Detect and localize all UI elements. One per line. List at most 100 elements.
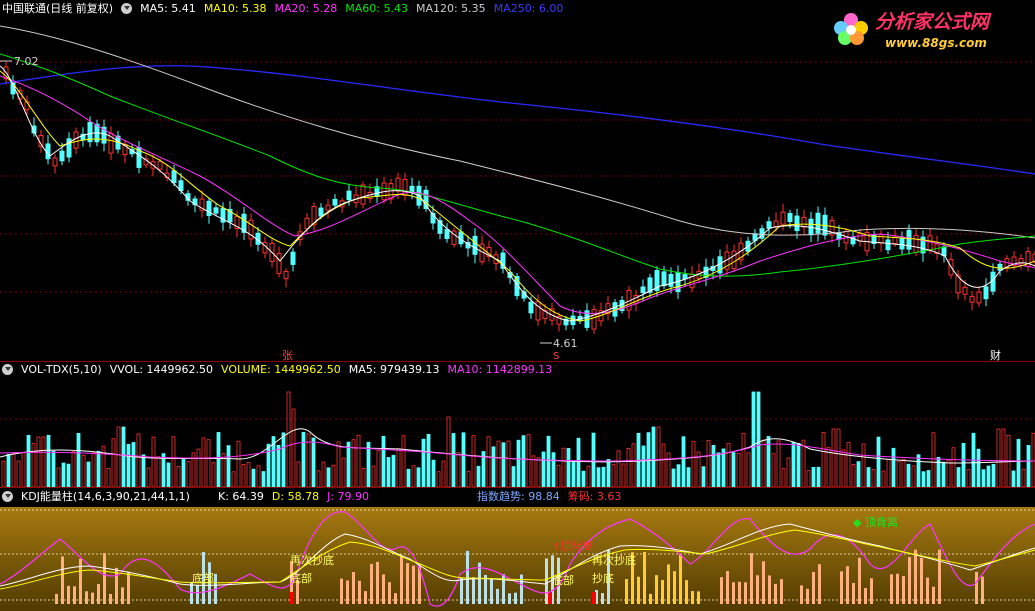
volume-bar xyxy=(46,434,51,487)
volume-bar xyxy=(186,461,191,487)
kdj-energy-bar xyxy=(508,593,511,604)
kdj-energy-bar xyxy=(340,578,343,604)
volume-bar xyxy=(511,466,516,487)
kdj-energy-bar xyxy=(649,593,652,604)
volume-bar xyxy=(501,442,506,487)
volume-bar xyxy=(291,408,296,487)
volume-bar xyxy=(631,443,636,487)
chevron-down-icon[interactable] xyxy=(2,490,13,502)
kdj-energy-bar xyxy=(601,593,604,604)
volume-bar xyxy=(151,436,156,487)
volume-bar xyxy=(6,453,11,487)
stock-title[interactable]: 中国联通(日线 前复权) xyxy=(2,0,113,16)
kdj-energy-bar xyxy=(109,593,112,604)
volume-bar xyxy=(391,454,396,487)
kdj-energy-bar xyxy=(625,579,628,604)
volume-bar xyxy=(251,468,256,487)
kdj-energy-bar xyxy=(768,575,771,604)
kdj-energy-bar xyxy=(661,580,664,604)
chips-readout: 筹码: 3.63 xyxy=(567,490,622,503)
candle-body xyxy=(73,131,79,149)
volume-bar xyxy=(441,460,446,487)
candle-body xyxy=(444,229,450,239)
volume-bar xyxy=(281,432,286,487)
volume-bar xyxy=(826,446,831,487)
kdj-label-bottom-a: 底部 xyxy=(290,571,312,585)
volume-chart[interactable] xyxy=(0,377,1035,487)
kdj-energy-bar xyxy=(870,578,873,604)
volume-bar xyxy=(496,440,501,487)
kdj-energy-bar xyxy=(858,557,861,604)
candle-body xyxy=(304,217,310,230)
volume-bar xyxy=(206,439,211,487)
volume-bar xyxy=(11,452,16,487)
main-header: 中国联通(日线 前复权) MA5: 5.41 MA10: 5.38 MA20: … xyxy=(0,0,563,16)
chevron-down-icon[interactable] xyxy=(121,2,133,14)
volume-bar xyxy=(236,440,241,487)
volume-bar xyxy=(146,467,151,487)
candle-body xyxy=(857,233,863,242)
volume-bar xyxy=(76,432,81,487)
candle-body xyxy=(283,270,289,280)
volume-bar xyxy=(471,435,476,487)
volume-bar xyxy=(86,461,91,487)
volume-bar xyxy=(166,462,171,487)
volume-bar xyxy=(936,456,941,487)
chevron-down-icon[interactable] xyxy=(2,363,13,375)
volume-bar xyxy=(896,461,901,487)
volume-bar xyxy=(756,391,761,487)
volume-bar xyxy=(536,456,541,487)
kdj-energy-bar xyxy=(370,563,373,604)
kdj-title[interactable]: KDJ能量柱(14,6,3,90,21,44,1,1) xyxy=(21,488,190,504)
high-price-label: 7.02 xyxy=(14,55,39,68)
volume-bar xyxy=(376,450,381,487)
volume-bar xyxy=(701,466,706,487)
volume-bar xyxy=(681,436,686,487)
kdj-chart[interactable]: 底部 再次抄底 底部 顶背离 ↑ 底部 再次抄底 抄底 ◆ 顶背离 xyxy=(0,504,1035,611)
kdj-energy-bar xyxy=(667,564,670,604)
kdj-energy-bar xyxy=(346,580,349,604)
volume-bar xyxy=(461,432,466,487)
volume-bar xyxy=(286,391,291,487)
volume-bar xyxy=(506,440,511,487)
candle-body xyxy=(899,237,905,250)
volume-bar xyxy=(131,442,136,487)
vol-title[interactable]: VOL-TDX(5,10) xyxy=(21,363,102,376)
volume-bar xyxy=(731,452,736,487)
volume-bar xyxy=(406,468,411,487)
candle-body xyxy=(885,239,891,251)
marker-cai[interactable]: 财 xyxy=(990,348,1001,361)
price-grid xyxy=(0,61,1035,293)
kdj-energy-bar xyxy=(981,576,984,604)
volume-bar xyxy=(276,444,281,487)
candle-body xyxy=(962,286,968,295)
marker-zhang[interactable]: 张 xyxy=(282,349,293,361)
vol-ma5-readout: MA5: 979439.13 xyxy=(348,362,440,376)
candle-body xyxy=(591,309,597,330)
volume-bar xyxy=(806,470,811,487)
volume-bar xyxy=(466,470,471,487)
volume-bar xyxy=(726,443,731,487)
volume-bar xyxy=(761,439,766,487)
volume-bar xyxy=(56,467,61,487)
kdj-energy-bar xyxy=(756,575,759,604)
volume-bar xyxy=(401,435,406,487)
candle-body xyxy=(913,235,919,253)
volume-bar xyxy=(586,465,591,487)
marker-s[interactable]: S xyxy=(553,351,559,361)
volume-bar xyxy=(381,436,386,487)
volume-bar xyxy=(61,462,66,487)
candle-body xyxy=(780,211,786,225)
kdj-energy-bar xyxy=(352,572,355,604)
kdj-energy-bar xyxy=(388,582,391,604)
vvol-readout: VVOL: 1449962.50 xyxy=(109,362,214,376)
volume-bar xyxy=(1021,468,1026,487)
volume-bar xyxy=(671,468,676,487)
kdj-energy-bar xyxy=(780,579,783,604)
kdj-energy-bar xyxy=(975,571,978,604)
volume-bar xyxy=(541,451,546,487)
candle-body xyxy=(360,184,366,205)
kdj-header: KDJ能量柱(14,6,3,90,21,44,1,1) K: 64.39 D: … xyxy=(0,488,621,504)
candle-body xyxy=(682,274,688,280)
price-chart[interactable]: 7.02 4.61 张 S 财 xyxy=(0,16,1035,361)
